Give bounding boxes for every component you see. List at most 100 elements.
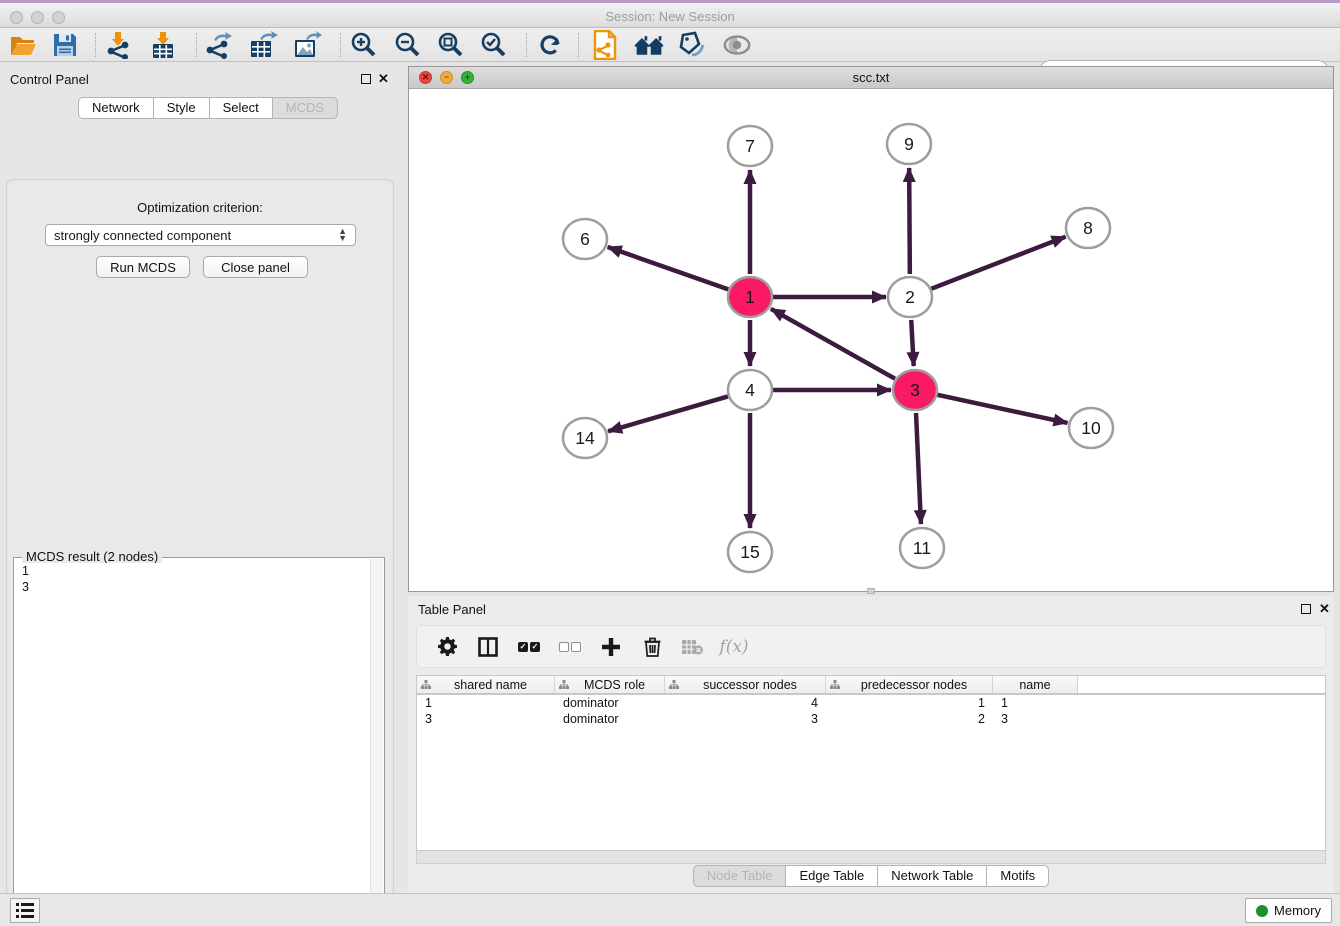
node-7[interactable]: 7: [728, 126, 772, 166]
sort-hierarchy-icon: [559, 680, 569, 689]
cell-successor-nodes[interactable]: 4: [665, 696, 826, 710]
edge-3-1[interactable]: [771, 309, 895, 379]
select-all-icon[interactable]: ✓✓: [517, 635, 541, 659]
cell-MCDS-role[interactable]: dominator: [555, 712, 665, 726]
memory-status-icon: [1256, 905, 1268, 917]
cell-MCDS-role[interactable]: dominator: [555, 696, 665, 710]
edge-1-6[interactable]: [608, 247, 729, 289]
edge-2-3[interactable]: [911, 320, 913, 366]
stepper-icon: ▲▼: [338, 228, 347, 242]
cell-name[interactable]: 1: [993, 696, 1078, 710]
tab-edge-table[interactable]: Edge Table: [785, 865, 878, 887]
cell-predecessor-nodes[interactable]: 2: [826, 712, 993, 726]
control-panel-title: Control Panel: [10, 72, 89, 87]
node-3[interactable]: 3: [893, 370, 937, 410]
table-float-icon[interactable]: [1301, 604, 1311, 614]
tab-style[interactable]: Style: [153, 97, 210, 119]
run-mcds-button[interactable]: Run MCDS: [96, 256, 190, 278]
tab-motifs[interactable]: Motifs: [986, 865, 1049, 887]
node-15[interactable]: 15: [728, 532, 772, 572]
column-header-successor-nodes[interactable]: successor nodes: [665, 676, 826, 693]
import-table-icon[interactable]: [148, 31, 178, 59]
float-panel-icon[interactable]: [361, 74, 371, 84]
svg-text:2: 2: [905, 287, 915, 307]
edge-2-8[interactable]: [931, 237, 1065, 289]
network-canvas[interactable]: 7 9 6 8 1 2 4 3 14 10 15 11: [409, 89, 1333, 591]
table-row[interactable]: 1dominator411: [417, 695, 1325, 711]
svg-text:15: 15: [740, 542, 759, 562]
zoom-fit-icon[interactable]: [435, 31, 465, 59]
svg-text:14: 14: [575, 428, 595, 448]
eye-icon[interactable]: [722, 31, 752, 59]
tab-network[interactable]: Network: [78, 97, 154, 119]
edge-4-14[interactable]: [608, 396, 728, 431]
node-8[interactable]: 8: [1066, 208, 1110, 248]
memory-button[interactable]: Memory: [1245, 898, 1332, 923]
cell-predecessor-nodes[interactable]: 1: [826, 696, 993, 710]
close-panel-button[interactable]: Close panel: [203, 256, 308, 278]
svg-text:11: 11: [913, 538, 931, 558]
tab-node-table[interactable]: Node Table: [693, 865, 787, 887]
column-header-predecessor-nodes[interactable]: predecessor nodes: [826, 676, 993, 693]
column-header-MCDS-role[interactable]: MCDS role: [555, 676, 665, 693]
svg-text:6: 6: [580, 229, 590, 249]
node-6[interactable]: 6: [563, 219, 607, 259]
node-10[interactable]: 10: [1069, 408, 1113, 448]
node-1[interactable]: 1: [728, 277, 772, 317]
cell-shared-name[interactable]: 1: [417, 696, 555, 710]
delete-table-icon[interactable]: [681, 635, 705, 659]
node-11[interactable]: 11: [900, 528, 944, 568]
list-icon: [16, 903, 34, 918]
open-file-icon[interactable]: [8, 31, 38, 59]
status-bar: Memory: [0, 893, 1340, 926]
window-resize-handle[interactable]: [867, 588, 875, 594]
optimization-criterion-label: Optimization criterion:: [7, 200, 393, 215]
sort-hierarchy-icon: [421, 680, 431, 689]
zoom-out-icon[interactable]: [392, 31, 422, 59]
result-scrollbar[interactable]: [370, 559, 383, 926]
save-session-icon[interactable]: [50, 31, 80, 59]
task-history-button[interactable]: [10, 898, 40, 923]
table-row[interactable]: 3dominator323: [417, 711, 1325, 727]
zoom-selected-icon[interactable]: [478, 31, 508, 59]
cell-name[interactable]: 3: [993, 712, 1078, 726]
edge-2-9[interactable]: [909, 168, 910, 274]
cell-shared-name[interactable]: 3: [417, 712, 555, 726]
node-14[interactable]: 14: [563, 418, 607, 458]
mcds-result-text[interactable]: 1 3: [15, 563, 369, 926]
optimization-criterion-select[interactable]: strongly connected component ▲▼: [45, 224, 356, 246]
refresh-icon[interactable]: [535, 31, 565, 59]
column-header-shared-name[interactable]: shared name: [417, 676, 555, 693]
function-builder-icon[interactable]: f(x): [722, 635, 746, 659]
column-header-name[interactable]: name: [993, 676, 1078, 693]
delete-icon[interactable]: [640, 635, 664, 659]
window-title: Session: New Session: [0, 9, 1340, 24]
export-network-icon[interactable]: [204, 31, 234, 59]
memory-label: Memory: [1274, 903, 1321, 918]
table-close-icon[interactable]: ✕: [1319, 601, 1330, 617]
zoom-in-icon[interactable]: [348, 31, 378, 59]
close-panel-icon[interactable]: ✕: [378, 71, 389, 87]
table-hscrollbar[interactable]: [416, 851, 1326, 864]
export-image-icon[interactable]: [292, 31, 322, 59]
settings-gear-icon[interactable]: [435, 635, 459, 659]
tab-select[interactable]: Select: [209, 97, 273, 119]
export-table-icon[interactable]: [248, 31, 278, 59]
node-2[interactable]: 2: [888, 277, 932, 317]
network-from-file-icon[interactable]: [590, 31, 620, 59]
import-network-icon[interactable]: [104, 31, 134, 59]
cell-successor-nodes[interactable]: 3: [665, 712, 826, 726]
label-icon[interactable]: [678, 31, 708, 59]
node-9[interactable]: 9: [887, 124, 931, 164]
edge-3-11[interactable]: [916, 413, 921, 524]
deselect-all-icon[interactable]: [558, 635, 582, 659]
tab-mcds[interactable]: MCDS: [272, 97, 338, 119]
main-toolbar: [0, 28, 1340, 62]
home-icon[interactable]: [634, 31, 664, 59]
edge-3-10[interactable]: [937, 395, 1067, 423]
node-4[interactable]: 4: [728, 370, 772, 410]
tab-network-table[interactable]: Network Table: [877, 865, 987, 887]
table-header-row: shared nameMCDS rolesuccessor nodesprede…: [417, 676, 1325, 695]
columns-icon[interactable]: [476, 635, 500, 659]
add-row-icon[interactable]: [599, 635, 623, 659]
